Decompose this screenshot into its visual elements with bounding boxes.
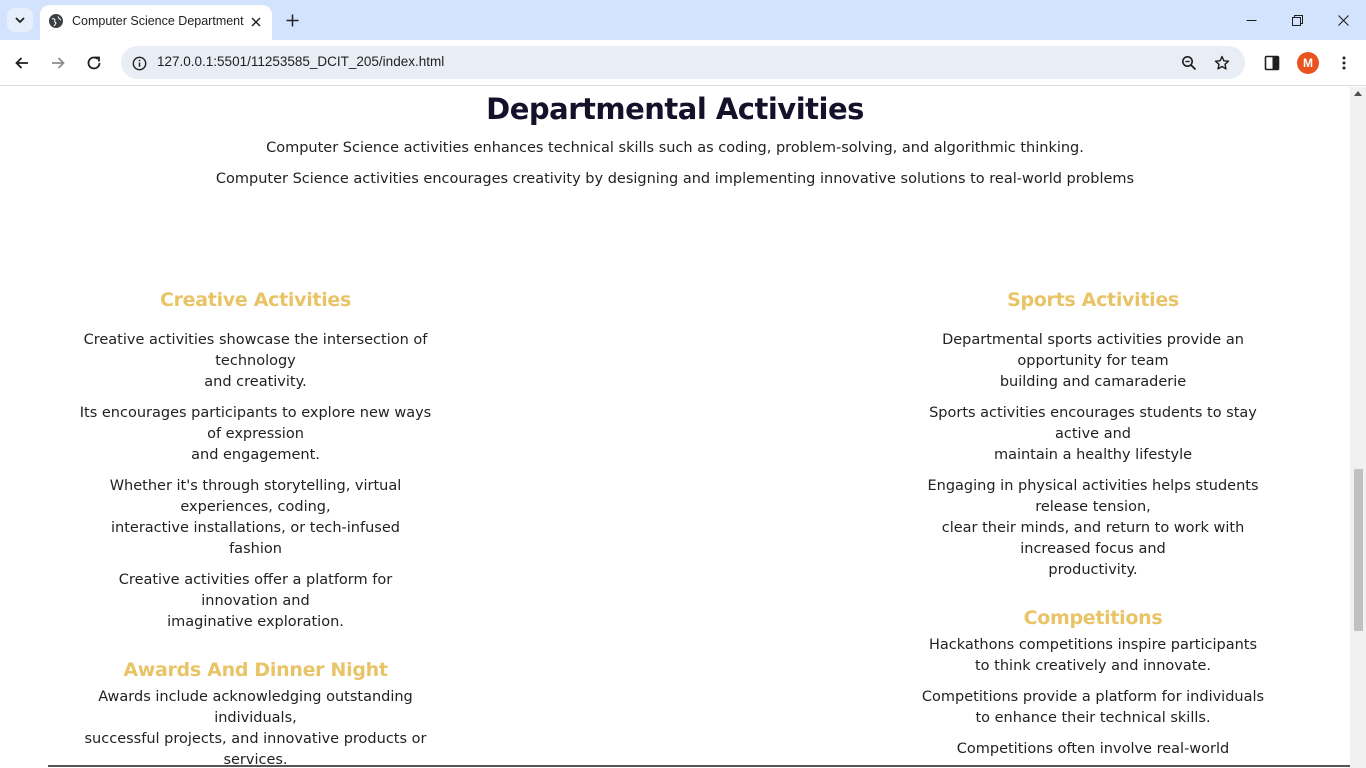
tab-close-button[interactable]: [247, 13, 265, 31]
paragraph-line: Competitions provide a platform for indi…: [921, 689, 1265, 705]
creative-activities-section: Creative Activities Creative activities …: [58, 289, 453, 633]
section-paragraph: Creative activities offer a platform for…: [58, 570, 453, 633]
section-title: Awards And Dinner Night: [123, 659, 388, 681]
paragraph-line: Competitions often involve real-world: [956, 741, 1230, 757]
tab-strip: Computer Science Department: [0, 0, 1366, 40]
browser-toolbar: 127.0.0.1:5501/11253585_DCIT_205/index.h…: [0, 40, 1366, 86]
paragraph-line: Its encourages participants to explore n…: [79, 405, 432, 442]
close-icon: [251, 17, 261, 27]
scroll-up-arrow-icon[interactable]: [1354, 91, 1362, 96]
page-title: Departmental Activities: [486, 92, 864, 126]
section-paragraph: Hackathons competitions inspire particip…: [900, 635, 1286, 677]
arrow-left-icon: [15, 57, 28, 69]
star-icon: [1214, 55, 1230, 70]
restore-icon: [1291, 14, 1303, 26]
section-paragraph: Awards include acknowledging outstanding…: [58, 687, 453, 768]
section-paragraph: Its encourages participants to explore n…: [58, 403, 453, 466]
section-paragraph: Competitions often involve real-world: [900, 739, 1286, 760]
zoom-icon: [1182, 56, 1197, 71]
paragraph-line: Departmental sports activities provide a…: [942, 332, 1244, 369]
minimize-icon: [1246, 19, 1256, 21]
section-paragraph: Competitions provide a platform for indi…: [900, 687, 1286, 729]
minimize-button[interactable]: [1228, 0, 1274, 40]
intro-text: Computer Science activities enhances tec…: [266, 140, 1084, 156]
paragraph-line: productivity.: [1048, 562, 1138, 578]
url-text[interactable]: 127.0.0.1:5501/11253585_DCIT_205/index.h…: [157, 54, 444, 69]
tab-title: Computer Science Department: [72, 14, 244, 28]
browser-tab[interactable]: Computer Science Department: [40, 5, 272, 40]
address-bar[interactable]: 127.0.0.1:5501/11253585_DCIT_205/index.h…: [121, 46, 1245, 79]
reload-icon: [87, 56, 101, 70]
side-panel-button[interactable]: [1260, 51, 1284, 75]
section-title: Creative Activities: [159, 289, 352, 311]
page-bottom-border: [48, 765, 1350, 767]
back-button[interactable]: [7, 48, 37, 78]
paragraph-line: successful projects, and innovative prod…: [84, 731, 427, 768]
paragraph-line: Sports activities encourages students to…: [929, 405, 1257, 442]
profile-avatar[interactable]: M: [1297, 52, 1319, 74]
section-paragraph: Whether it's through storytelling, virtu…: [58, 476, 453, 560]
site-info-button[interactable]: [129, 53, 149, 73]
restore-button[interactable]: [1274, 0, 1320, 40]
close-icon: [1337, 14, 1349, 26]
paragraph-line: to think creatively and innovate.: [975, 658, 1211, 674]
paragraph-line: Whether it's through storytelling, virtu…: [109, 478, 402, 515]
tab-search-button[interactable]: [7, 8, 33, 32]
plus-icon: [286, 14, 298, 26]
section-title: Sports Activities: [1007, 289, 1179, 311]
competitions-section: Competitions Hackathons competitions ins…: [900, 607, 1286, 760]
chevron-down-icon: [15, 17, 25, 24]
arrow-right-icon: [52, 57, 65, 69]
paragraph-line: Creative activities showcase the interse…: [83, 332, 428, 369]
section-paragraph: Sports activities encourages students to…: [900, 403, 1286, 466]
bookmark-button[interactable]: [1212, 53, 1232, 73]
paragraph-line: to enhance their technical skills.: [975, 710, 1211, 726]
paragraph-line: and engagement.: [191, 447, 320, 463]
paragraph-line: Hackathons competitions inspire particip…: [928, 637, 1258, 653]
paragraph-line: imaginative exploration.: [167, 614, 344, 630]
paragraph-line: Engaging in physical activities helps st…: [927, 478, 1259, 515]
intro-text: Computer Science activities encourages c…: [215, 171, 1135, 187]
paragraph-line: interactive installations, or tech-infus…: [111, 520, 400, 557]
awards-section: Awards And Dinner Night Awards include a…: [58, 659, 453, 768]
menu-button[interactable]: [1332, 51, 1356, 75]
section-paragraph: Creative activities showcase the interse…: [58, 330, 453, 393]
paragraph-line: Awards include acknowledging outstanding…: [98, 689, 413, 726]
info-icon: [132, 56, 146, 70]
paragraph-line: Creative activities offer a platform for…: [118, 572, 393, 609]
side-panel-icon: [1264, 55, 1280, 71]
zoom-button[interactable]: [1179, 53, 1199, 73]
section-paragraph: Engaging in physical activities helps st…: [900, 476, 1286, 581]
paragraph-line: clear their minds, and return to work wi…: [941, 520, 1245, 557]
paragraph-line: and creativity.: [204, 374, 307, 390]
vertical-scrollbar[interactable]: [1350, 87, 1366, 768]
page-viewport: Departmental Activities Computer Science…: [0, 87, 1350, 768]
more-vertical-icon: [1342, 56, 1346, 70]
paragraph-line: building and camaraderie: [999, 374, 1187, 390]
scrollbar-thumb[interactable]: [1354, 469, 1363, 631]
sports-activities-section: Sports Activities Departmental sports ac…: [900, 289, 1286, 581]
new-tab-button[interactable]: [281, 9, 303, 31]
section-title: Competitions: [1023, 607, 1163, 629]
section-paragraph: Departmental sports activities provide a…: [900, 330, 1286, 393]
forward-button[interactable]: [43, 48, 73, 78]
globe-icon: [49, 14, 63, 28]
paragraph-line: maintain a healthy lifestyle: [993, 447, 1193, 463]
close-window-button[interactable]: [1320, 0, 1366, 40]
reload-button[interactable]: [79, 48, 109, 78]
